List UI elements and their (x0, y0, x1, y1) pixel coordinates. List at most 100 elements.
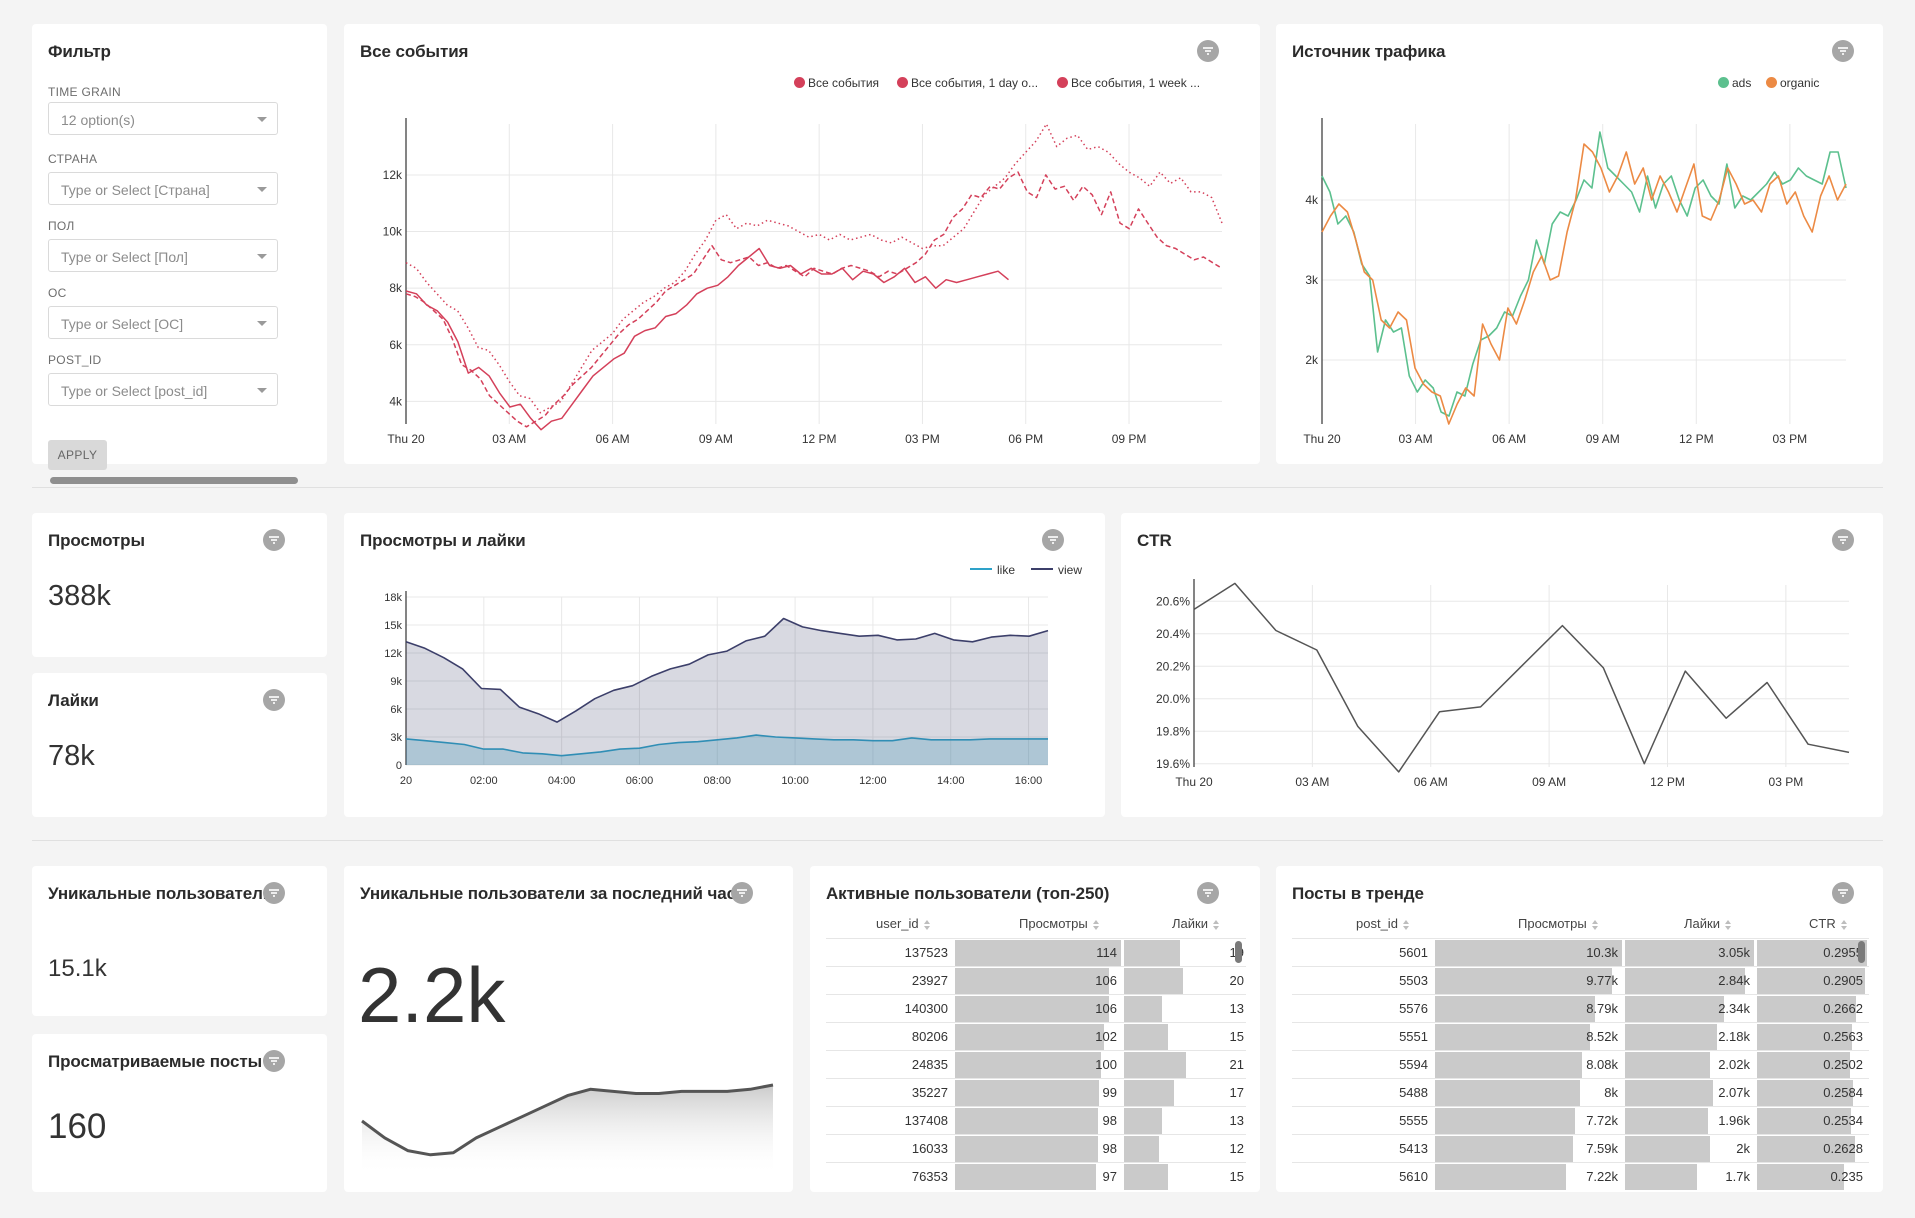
chevron-down-icon (257, 117, 267, 122)
likes-card: Лайки 78k (32, 673, 327, 817)
likes-value: 78k (48, 740, 95, 772)
table-row[interactable]: 5503 9.77k 2.84k 0.2905 (1292, 966, 1869, 994)
ctr-cell: 0.2905 (1823, 973, 1863, 988)
user-id-cell: 24835 (911, 1057, 948, 1072)
row-divider (32, 487, 1883, 488)
sort-icon (1591, 919, 1598, 930)
x-tick-label: 12 PM (802, 432, 837, 446)
column-header-label: Лайки (1684, 916, 1720, 931)
country-select[interactable]: Type or Select [Страна] (48, 172, 278, 205)
table-row[interactable]: 80206 102 15 (826, 1022, 1246, 1050)
table-row[interactable]: 5610 7.22k 1.7k 0.235 (1292, 1162, 1869, 1190)
filter-label-os: ОС (48, 286, 67, 300)
column-header-likes[interactable]: Лайки (1172, 916, 1219, 931)
x-tick-label: 08:00 (704, 775, 732, 787)
column-header-ctr[interactable]: CTR (1809, 916, 1847, 931)
likes-cell: 1.96k (1718, 1113, 1750, 1128)
table-row[interactable]: 23927 106 20 (826, 966, 1246, 994)
likes-title: Лайки (48, 691, 99, 710)
post-id-select[interactable]: Type or Select [post_id] (48, 373, 278, 406)
views-cell: 100 (1095, 1057, 1117, 1072)
views-cell: 97 (1102, 1169, 1117, 1184)
user-id-cell: 137523 (904, 945, 948, 960)
column-header-likes[interactable]: Лайки (1684, 916, 1731, 931)
gender-select[interactable]: Type or Select [Пол] (48, 239, 278, 272)
traffic-line-chart: 2k 3k 4k Thu 20 03 AM 06 AM 09 AM 12 PM 03 PM (1303, 118, 1847, 446)
filter-menu-icon[interactable] (1197, 882, 1219, 904)
x-tick-label: 03 PM (1769, 775, 1804, 789)
horizontal-scrollbar[interactable] (50, 477, 298, 484)
table-row[interactable]: 76353 97 15 (826, 1162, 1246, 1190)
chevron-down-icon (257, 321, 267, 326)
filter-menu-icon[interactable] (1832, 882, 1854, 904)
ctr-cell: 0.2662 (1823, 1001, 1863, 1016)
vertical-scrollbar[interactable] (1235, 941, 1242, 963)
column-header-views[interactable]: Просмотры (1518, 916, 1598, 931)
column-header-user-id[interactable]: user_id (876, 916, 930, 931)
table-row[interactable]: 5551 8.52k 2.18k 0.2563 (1292, 1022, 1869, 1050)
table-row[interactable]: 5594 8.08k 2.02k 0.2502 (1292, 1050, 1869, 1078)
ctr-cell: 0.2628 (1823, 1141, 1863, 1156)
user-id-cell: 35227 (911, 1085, 948, 1100)
ctr-cell: 0.2502 (1823, 1057, 1863, 1072)
post-id-cell: 5610 (1399, 1169, 1428, 1184)
likes-cell: 21 (1229, 1057, 1244, 1072)
table-row[interactable]: 24835 100 21 (826, 1050, 1246, 1078)
table-row[interactable]: 140300 106 13 (826, 994, 1246, 1022)
post-id-cell: 5551 (1399, 1029, 1428, 1044)
y-tick-label: 20.2% (1156, 659, 1190, 673)
time-grain-select[interactable]: 12 option(s) (48, 102, 278, 135)
sort-icon (1402, 919, 1409, 930)
time-grain-placeholder: 12 option(s) (61, 112, 135, 128)
filter-lines-icon (1203, 889, 1213, 897)
views-cell: 7.59k (1586, 1141, 1618, 1156)
user-id-cell: 16033 (911, 1141, 948, 1156)
country-placeholder: Type or Select [Страна] (61, 182, 210, 198)
table-row[interactable]: 5488 8k 2.07k 0.2584 (1292, 1078, 1869, 1106)
x-tick-label: 06 AM (596, 432, 630, 446)
post-id-cell: 5488 (1399, 1085, 1428, 1100)
views-cell: 8.52k (1586, 1029, 1618, 1044)
views-value: 388k (48, 580, 111, 612)
x-tick-label: 06 AM (1414, 775, 1448, 789)
x-tick-label: 09 AM (1586, 432, 1620, 446)
x-tick-label: 03 AM (492, 432, 526, 446)
filter-menu-icon[interactable] (263, 529, 285, 551)
column-header-views[interactable]: Просмотры (1019, 916, 1099, 931)
x-tick-label: 06 AM (1492, 432, 1526, 446)
filter-menu-icon[interactable] (263, 1050, 285, 1072)
views-likes-chart-card: Просмотры и лайки like view 0 3k 6k 9k 12k 15… (344, 513, 1105, 817)
column-header-post-id[interactable]: post_id (1356, 916, 1409, 931)
active-users-title: Активные пользователи (топ-250) (826, 884, 1110, 903)
x-tick-label: 03 PM (1773, 432, 1808, 446)
filter-menu-icon[interactable] (263, 689, 285, 711)
filter-panel: Фильтр TIME GRAIN 12 option(s) СТРАНА Ty… (32, 24, 327, 484)
table-row[interactable]: 5555 7.72k 1.96k 0.2534 (1292, 1106, 1869, 1134)
table-row[interactable]: 5576 8.79k 2.34k 0.2662 (1292, 994, 1869, 1022)
sort-icon (923, 919, 930, 930)
table-row[interactable]: 35227 99 17 (826, 1078, 1246, 1106)
os-select[interactable]: Type or Select [ОС] (48, 306, 278, 339)
post-id-cell: 5594 (1399, 1057, 1428, 1072)
unique-users-value: 15.1k (48, 955, 107, 982)
table-row[interactable]: 5601 10.3k 3.05k 0.2955 (1292, 938, 1869, 966)
y-tick-label: 3k (1305, 273, 1319, 287)
vertical-scrollbar[interactable] (1858, 941, 1865, 963)
views-cell: 7.72k (1586, 1113, 1618, 1128)
column-header-label: user_id (876, 916, 919, 931)
table-row[interactable]: 16033 98 12 (826, 1134, 1246, 1162)
apply-button[interactable]: APPLY (48, 440, 107, 470)
views-cell: 98 (1102, 1113, 1117, 1128)
table-row[interactable]: 137523 114 19 (826, 938, 1246, 966)
table-row[interactable]: 137408 98 13 (826, 1106, 1246, 1134)
filter-label-time-grain: TIME GRAIN (48, 85, 122, 99)
post-id-cell: 5555 (1399, 1113, 1428, 1128)
x-tick-label: 04:00 (548, 775, 576, 787)
filter-menu-icon[interactable] (263, 882, 285, 904)
likes-cell: 2.18k (1718, 1029, 1750, 1044)
views-cell: 8.08k (1586, 1057, 1618, 1072)
likes-cell: 12 (1229, 1141, 1244, 1156)
table-row[interactable]: 5413 7.59k 2k 0.2628 (1292, 1134, 1869, 1162)
filter-lines-icon (269, 1057, 279, 1065)
post-id-placeholder: Type or Select [post_id] (61, 383, 208, 399)
